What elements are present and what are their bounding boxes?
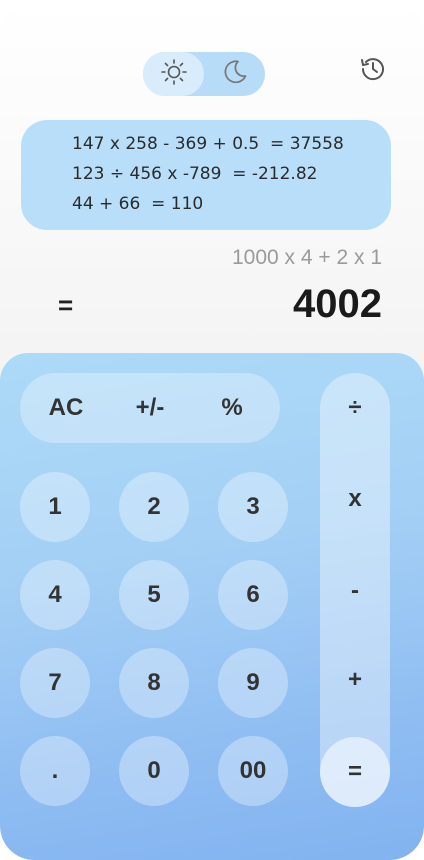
theme-toggle[interactable]: [143, 52, 265, 96]
calculator-app: 147 x 258 - 369 + 0.5 = 37558 123 ÷ 456 …: [0, 0, 424, 860]
operator-column: ÷ x - + =: [320, 373, 390, 807]
digit-0-button[interactable]: 0: [119, 736, 189, 806]
history-clock-icon: [358, 54, 388, 89]
digit-3-button[interactable]: 3: [218, 472, 288, 542]
equals-label: =: [58, 290, 74, 320]
percent-button[interactable]: %: [192, 373, 272, 443]
digit-6-button[interactable]: 6: [218, 560, 288, 630]
moon-icon: [221, 58, 249, 91]
sign-toggle-button[interactable]: +/-: [110, 373, 190, 443]
clear-button[interactable]: AC: [26, 373, 106, 443]
history-entry[interactable]: 123 ÷ 456 x -789 = -212.82: [72, 164, 317, 184]
history-entry[interactable]: 44 + 66 = 110: [72, 194, 203, 214]
history-panel: 147 x 258 - 369 + 0.5 = 37558 123 ÷ 456 …: [21, 120, 391, 230]
digit-1-button[interactable]: 1: [20, 472, 90, 542]
subtract-button[interactable]: -: [320, 556, 390, 626]
keypad: AC +/- % 1 2 3 4 5 6 7 8 9 . 0 00 ÷ x - …: [0, 353, 424, 860]
expression-display: 1000 x 4 + 2 x 1: [231, 246, 382, 269]
add-button[interactable]: +: [320, 645, 390, 715]
light-theme-button[interactable]: [143, 52, 204, 96]
multiply-button[interactable]: x: [320, 464, 390, 534]
sun-icon: [160, 58, 188, 91]
history-entry[interactable]: 147 x 258 - 369 + 0.5 = 37558: [72, 134, 344, 154]
digit-8-button[interactable]: 8: [119, 648, 189, 718]
history-button[interactable]: [356, 54, 390, 88]
equals-button[interactable]: =: [320, 737, 390, 807]
digit-4-button[interactable]: 4: [20, 560, 90, 630]
function-keys: AC +/- %: [20, 373, 280, 443]
digit-9-button[interactable]: 9: [218, 648, 288, 718]
digit-7-button[interactable]: 7: [20, 648, 90, 718]
dark-theme-button[interactable]: [204, 52, 265, 96]
digit-5-button[interactable]: 5: [119, 560, 189, 630]
result-display: 4002: [293, 282, 382, 326]
decimal-button[interactable]: .: [20, 736, 90, 806]
double-zero-button[interactable]: 00: [218, 736, 288, 806]
digit-2-button[interactable]: 2: [119, 472, 189, 542]
divide-button[interactable]: ÷: [320, 373, 390, 443]
